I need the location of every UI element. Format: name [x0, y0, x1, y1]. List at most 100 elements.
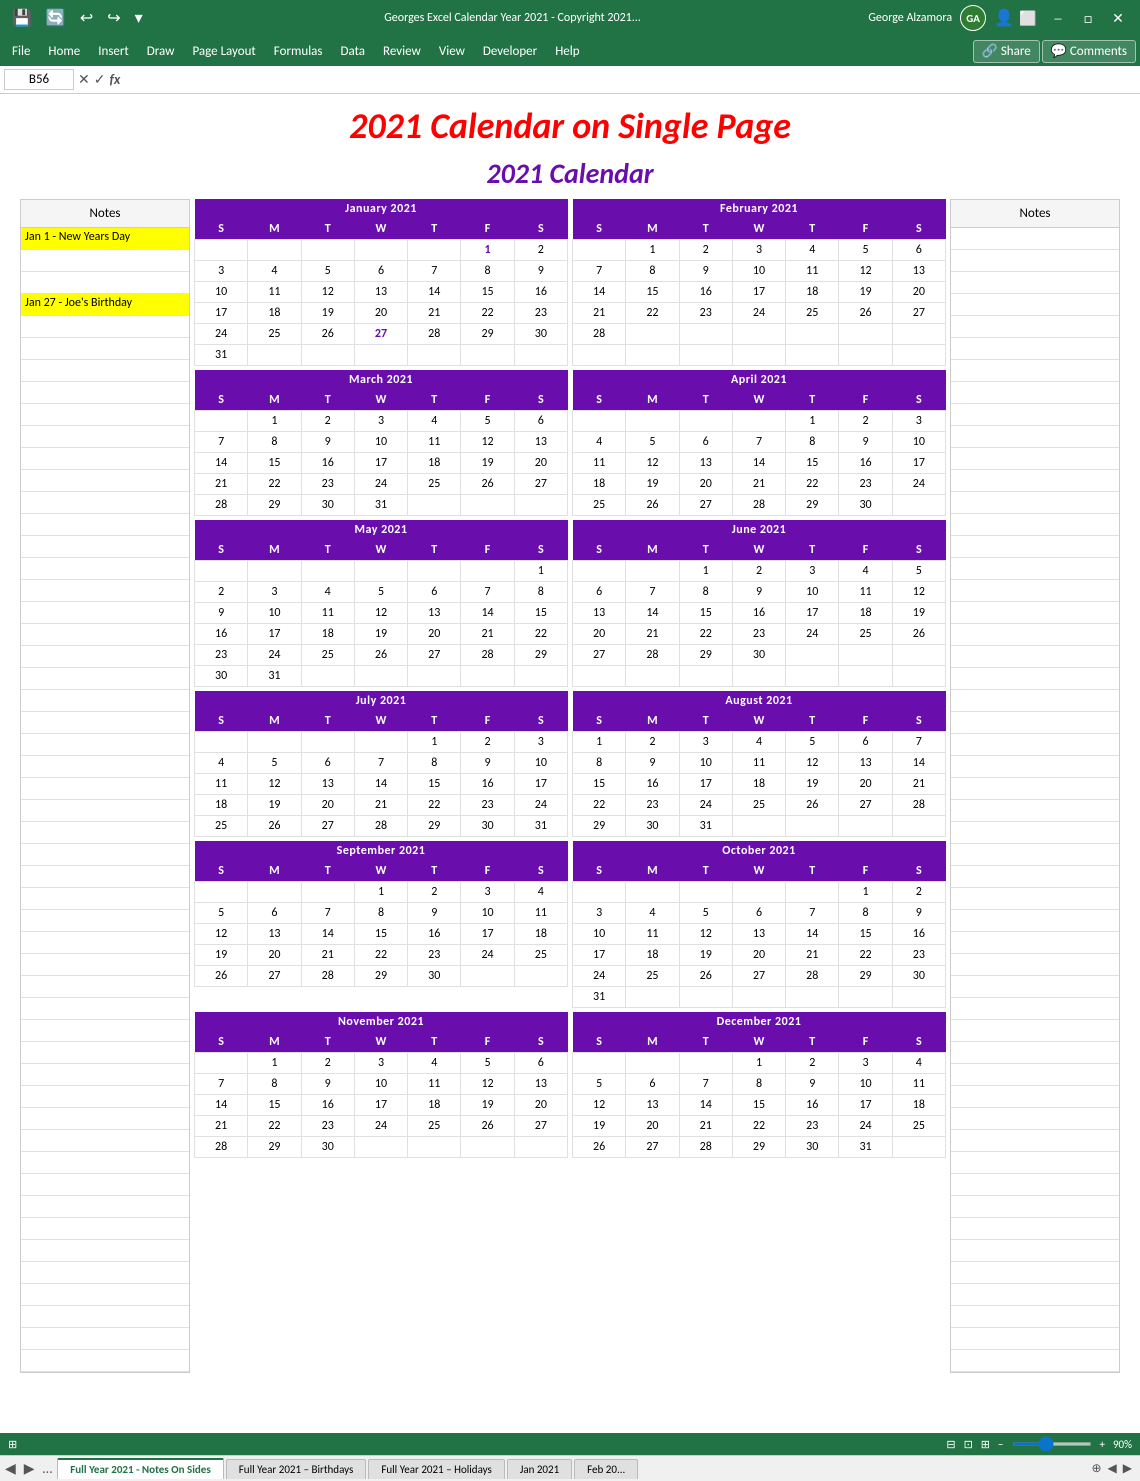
quick-access-toolbar[interactable]: 💾 🔄 ↩ ↪ ▾	[8, 6, 147, 30]
note-right-37	[951, 1020, 1119, 1042]
th: S	[573, 540, 626, 561]
cal-cell	[461, 561, 514, 582]
note-item-32	[21, 910, 189, 932]
cal-cell	[786, 345, 839, 366]
cal-cell: 26	[839, 303, 892, 324]
th: F	[461, 711, 514, 732]
customize-icon[interactable]: ▾	[131, 6, 147, 30]
tab-navigation[interactable]: ◀ ▶ …	[0, 1458, 57, 1479]
tab-nav-more[interactable]: …	[40, 1460, 56, 1477]
cal-cell	[301, 732, 354, 753]
page-break-icon[interactable]: ⊞	[981, 1438, 990, 1451]
tab-full-year-birthdays[interactable]: Full Year 2021 – Birthdays	[226, 1459, 367, 1479]
menu-developer[interactable]: Developer	[475, 41, 545, 62]
cal-cell: 14	[892, 753, 945, 774]
cal-cell: 21	[195, 474, 248, 495]
cal-cell	[626, 666, 679, 687]
cal-cell: 17	[248, 624, 301, 645]
cal-cell: 9	[786, 1074, 839, 1095]
tab-full-year-notes-on-sides[interactable]: Full Year 2021 - Notes On Sides	[57, 1458, 224, 1479]
month-february: February 2021 SMTWTFS 123456 78910111213…	[572, 199, 946, 366]
note-right-1	[951, 228, 1119, 250]
note-item-25	[21, 756, 189, 778]
tab-feb-20[interactable]: Feb 20...	[574, 1459, 638, 1479]
note-right-47	[951, 1240, 1119, 1262]
page-layout-icon[interactable]: ⊡	[964, 1438, 973, 1451]
menu-page-layout[interactable]: Page Layout	[184, 41, 263, 62]
tab-nav-next[interactable]: ▶	[21, 1460, 38, 1477]
checkmark-icon[interactable]: ✕	[78, 71, 90, 88]
formula-input[interactable]	[124, 70, 1136, 89]
menu-insert[interactable]: Insert	[90, 41, 137, 62]
minimize-btn[interactable]: ─	[1044, 4, 1072, 32]
cell-reference[interactable]: B56	[4, 69, 74, 90]
cal-cell: 7	[892, 732, 945, 753]
cal-cell: 8	[786, 432, 839, 453]
th: T	[679, 1032, 732, 1053]
menu-review[interactable]: Review	[375, 41, 429, 62]
menu-formulas[interactable]: Formulas	[266, 41, 331, 62]
normal-view-icon[interactable]: ⊟	[946, 1438, 955, 1451]
table-row: 123456	[195, 411, 568, 432]
cal-cell: 13	[679, 453, 732, 474]
note-right-6	[951, 338, 1119, 360]
tab-full-year-holidays[interactable]: Full Year 2021 – Holidays	[368, 1459, 504, 1479]
cal-cell	[248, 882, 301, 903]
cal-cell: 5	[461, 411, 514, 432]
close-btn[interactable]: ✕	[1104, 4, 1132, 32]
cal-cell: 15	[626, 282, 679, 303]
redo-icon[interactable]: ↪	[103, 6, 124, 30]
th: F	[839, 540, 892, 561]
cal-cell	[732, 987, 785, 1008]
cal-cell: 29	[514, 645, 567, 666]
cancel-icon[interactable]: ✓	[94, 71, 106, 88]
menu-file[interactable]: File	[4, 41, 38, 62]
share-button[interactable]: 🔗 Share	[973, 40, 1040, 63]
user-avatar[interactable]: GA	[960, 5, 986, 31]
undo-icon[interactable]: ↩	[76, 6, 97, 30]
menu-view[interactable]: View	[431, 41, 473, 62]
zoom-slider[interactable]	[1012, 1442, 1092, 1446]
cal-cell: 21	[301, 945, 354, 966]
add-sheet-icon[interactable]: ⊕	[1091, 1461, 1101, 1476]
notes-right-header: Notes	[951, 200, 1119, 228]
scroll-left-icon[interactable]: ◀	[1108, 1461, 1117, 1476]
tab-nav-prev[interactable]: ◀	[2, 1460, 19, 1477]
menu-help[interactable]: Help	[547, 41, 587, 62]
cal-cell	[354, 240, 407, 261]
window-controls[interactable]: ⬜ ─ □ ✕	[1014, 4, 1132, 32]
maximize-btn[interactable]: □	[1074, 4, 1102, 32]
cal-cell: 8	[408, 753, 461, 774]
profile-icon[interactable]: 👤	[994, 8, 1014, 28]
menu-draw[interactable]: Draw	[139, 41, 183, 62]
zoom-out-icon[interactable]: −	[998, 1438, 1003, 1451]
cal-cell: 2	[892, 882, 945, 903]
menu-data[interactable]: Data	[333, 41, 374, 62]
table-row: 21222324252627	[195, 1116, 568, 1137]
menu-home[interactable]: Home	[40, 41, 88, 62]
scroll-right-icon[interactable]: ▶	[1123, 1461, 1132, 1476]
ribbon-collapse-btn[interactable]: ⬜	[1014, 4, 1042, 32]
cal-cell: 18	[626, 945, 679, 966]
save-icon[interactable]: 💾	[8, 6, 36, 30]
month-january: January 2021 S M T W T F S	[194, 199, 568, 366]
cal-cell	[461, 495, 514, 516]
cal-cell: 31	[514, 816, 567, 837]
table-row: 12345	[573, 561, 946, 582]
cal-cell: 28	[195, 1137, 248, 1158]
feb-sat: S	[892, 219, 945, 240]
autosave-icon[interactable]: 🔄	[42, 6, 70, 30]
cal-cell: 8	[461, 261, 514, 282]
cal-cell: 7	[461, 582, 514, 603]
tab-controls[interactable]: ⊕ ◀ ▶	[1083, 1461, 1140, 1476]
cal-cell: 8	[732, 1074, 785, 1095]
tab-jan-2021[interactable]: Jan 2021	[507, 1459, 572, 1479]
fx-icon[interactable]: fx	[109, 71, 120, 88]
comments-button[interactable]: 💬 Comments	[1042, 40, 1136, 63]
september-table: September 2021 SMTWTFS 1234 567891011 12…	[194, 841, 568, 987]
zoom-in-icon[interactable]: +	[1100, 1438, 1105, 1451]
cal-cell: 9	[732, 582, 785, 603]
note-right-2	[951, 250, 1119, 272]
formula-icons[interactable]: ✕ ✓ fx	[78, 71, 120, 88]
cal-cell	[514, 1137, 567, 1158]
